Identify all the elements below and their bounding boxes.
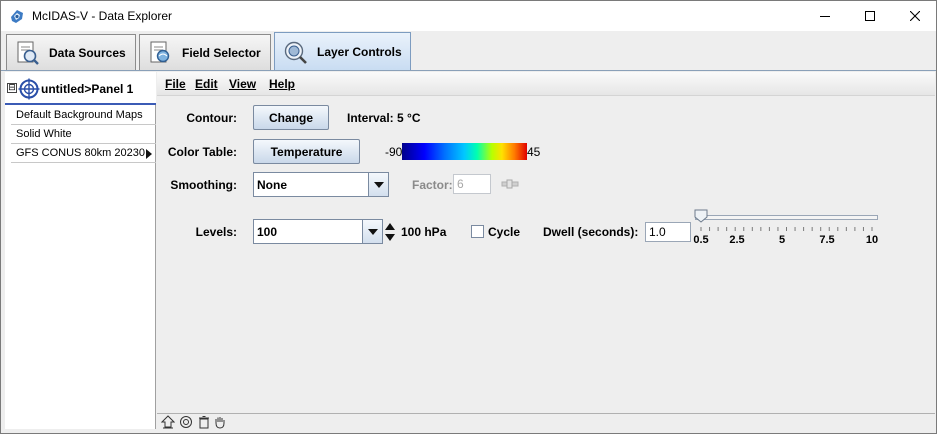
layer-item-label: Default Background Maps bbox=[16, 109, 143, 121]
current-level: 100 hPa bbox=[401, 225, 447, 239]
factor-field[interactable]: 6 bbox=[453, 174, 491, 194]
tab-data-sources-label: Data Sources bbox=[49, 46, 126, 60]
dwell-slider-track bbox=[695, 215, 878, 220]
dwell-field[interactable]: 1.0 bbox=[645, 222, 691, 242]
maximize-icon bbox=[865, 11, 875, 21]
factor-label: Factor: bbox=[412, 178, 453, 192]
levels-value: 100 bbox=[257, 225, 278, 239]
color-table-bar bbox=[402, 143, 527, 160]
color-table-button[interactable]: Temperature bbox=[253, 139, 360, 164]
tab-layer-controls-label: Layer Controls bbox=[317, 45, 402, 59]
close-icon bbox=[910, 11, 920, 21]
selected-arrow-icon bbox=[146, 149, 152, 159]
dwell-tick-label: 2.5 bbox=[729, 234, 745, 246]
layer-item-label: Solid White bbox=[16, 128, 72, 140]
layer-controls-icon bbox=[284, 41, 307, 64]
menu-view[interactable]: View bbox=[229, 77, 256, 91]
window-title: McIDAS-V - Data Explorer bbox=[32, 9, 173, 23]
color-table-label: Color Table: bbox=[167, 145, 237, 159]
dwell-tick-label: 7.5 bbox=[819, 234, 835, 246]
layer-item-gfs-conus[interactable]: GFS CONUS 80km 20230. bbox=[11, 144, 156, 163]
layer-item-default-background-maps[interactable]: Default Background Maps bbox=[11, 106, 156, 125]
cycle-label: Cycle bbox=[488, 225, 521, 239]
dwell-tick-label: 0.5 bbox=[693, 234, 709, 246]
dwell-tick-label: 5 bbox=[778, 234, 786, 246]
cycle-checkbox[interactable] bbox=[471, 225, 484, 238]
display-tree-panel: ⊟ untitled>Panel 1 Default Background Ma… bbox=[5, 72, 156, 429]
trash-icon[interactable] bbox=[197, 415, 211, 429]
tab-baseline bbox=[1, 70, 936, 71]
layer-controls-pane: File Edit View Help Contour: Change Inte… bbox=[157, 72, 935, 413]
minimize-button[interactable] bbox=[802, 1, 848, 31]
display-properties-icon[interactable] bbox=[179, 415, 193, 429]
smoothing-dropdown[interactable]: None bbox=[253, 172, 389, 197]
dwell-slider[interactable]: 0.5 2.5 5 7.5 10 bbox=[693, 209, 891, 252]
tab-strip: Data Sources Field Selector Layer Contro… bbox=[1, 31, 936, 71]
menu-file[interactable]: File bbox=[165, 77, 186, 91]
level-stepper[interactable] bbox=[384, 221, 396, 243]
data-sources-icon bbox=[17, 41, 39, 65]
title-bar: McIDAS-V - Data Explorer bbox=[1, 1, 936, 31]
dwell-slider-thumb[interactable] bbox=[694, 209, 708, 223]
color-range-min: -90 bbox=[385, 145, 403, 159]
levels-dropdown[interactable]: 100 bbox=[253, 219, 383, 244]
levels-label: Levels: bbox=[195, 225, 237, 239]
contour-change-button[interactable]: Change bbox=[253, 105, 329, 130]
layer-item-solid-white[interactable]: Solid White bbox=[11, 125, 156, 144]
dwell-tick-marks bbox=[700, 227, 873, 231]
menu-help[interactable]: Help bbox=[269, 77, 295, 91]
close-button[interactable] bbox=[892, 1, 937, 31]
level-up-icon[interactable] bbox=[385, 223, 395, 230]
dwell-tick-label: 10 bbox=[865, 234, 879, 246]
dwell-label: Dwell (seconds): bbox=[543, 225, 639, 239]
levels-dropdown-arrow[interactable] bbox=[362, 220, 382, 243]
panel-title: untitled>Panel 1 bbox=[41, 82, 134, 96]
tab-field-selector-label: Field Selector bbox=[182, 46, 261, 60]
minimize-icon bbox=[820, 16, 830, 17]
maximize-button[interactable] bbox=[847, 1, 893, 31]
chevron-down-icon bbox=[373, 181, 384, 188]
smoothing-label: Smoothing: bbox=[170, 178, 237, 192]
layer-item-label: GFS CONUS 80km 20230. bbox=[16, 147, 149, 159]
app-window: McIDAS-V - Data Explorer Data Sources Fi… bbox=[0, 0, 937, 434]
contour-label: Contour: bbox=[186, 111, 237, 125]
chevron-down-icon bbox=[367, 228, 378, 235]
smoothing-dropdown-arrow[interactable] bbox=[368, 173, 388, 196]
tab-data-sources[interactable]: Data Sources bbox=[6, 34, 136, 71]
contour-interval: Interval: 5 °C bbox=[347, 111, 421, 125]
panel-target-icon bbox=[18, 78, 40, 100]
panel-header[interactable]: ⊟ untitled>Panel 1 bbox=[5, 72, 156, 105]
remove-layer-icon[interactable] bbox=[161, 415, 175, 429]
tab-field-selector[interactable]: Field Selector bbox=[139, 34, 271, 71]
status-bar bbox=[157, 413, 935, 429]
color-range-max: 45 bbox=[527, 145, 541, 159]
factor-slider-icon[interactable] bbox=[501, 179, 519, 189]
field-selector-icon bbox=[150, 41, 170, 63]
smoothing-value: None bbox=[257, 178, 287, 192]
mcidas-app-icon bbox=[11, 10, 23, 23]
menu-edit[interactable]: Edit bbox=[195, 77, 218, 91]
collapse-toggle-icon[interactable]: ⊟ bbox=[7, 83, 17, 93]
tab-layer-controls[interactable]: Layer Controls bbox=[274, 32, 411, 71]
menu-bar: File Edit View Help bbox=[157, 72, 935, 96]
hand-icon[interactable] bbox=[213, 415, 227, 429]
level-down-icon[interactable] bbox=[385, 234, 395, 241]
